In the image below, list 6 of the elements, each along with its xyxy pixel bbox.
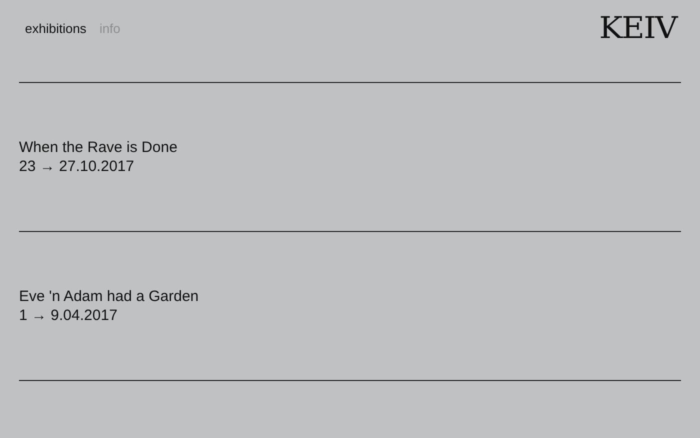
exhibition-title[interactable]: When the Rave is Done	[19, 138, 681, 157]
nav-link[interactable]: exhibitions	[25, 18, 86, 38]
exhibition-title[interactable]: Eve 'n Adam had a Garden	[19, 287, 681, 306]
exhibition-dates: 23 → 27.10.2017	[19, 157, 136, 176]
logo[interactable]: KEIV	[599, 14, 677, 44]
exhibition-dates: 1 → 9.04.2017	[19, 306, 118, 325]
